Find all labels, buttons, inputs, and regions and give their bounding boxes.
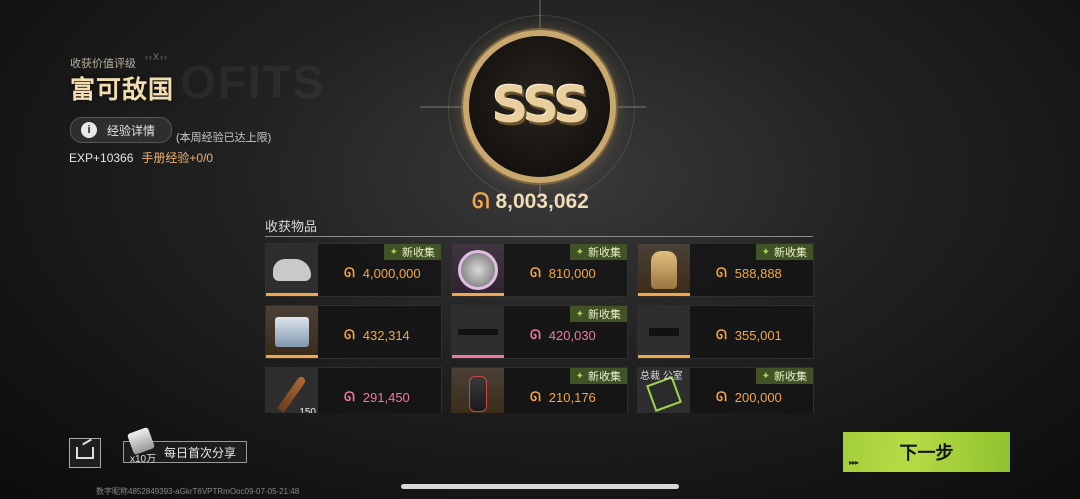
daily-share-reward[interactable]: x10万 每日首次分享 bbox=[123, 426, 247, 465]
item-card[interactable]: 150 ᘏ 291,450 bbox=[265, 367, 442, 413]
new-collect-badge: ✦ 新收集 bbox=[383, 244, 441, 260]
canister-icon bbox=[469, 376, 487, 412]
item-price: ᘏ 810,000 bbox=[530, 265, 596, 281]
item-thumbnail bbox=[266, 244, 318, 296]
item-overlay-text: 总裁 公室 bbox=[640, 371, 683, 382]
item-price: ᘏ 355,001 bbox=[716, 327, 782, 343]
new-collect-badge: ✦ 新收集 bbox=[569, 244, 627, 260]
item-thumbnail: 150 bbox=[266, 368, 318, 413]
total-value: ᘏ 8,003,062 bbox=[472, 190, 589, 214]
coin-icon: ᘏ bbox=[716, 389, 727, 404]
rhino-icon bbox=[273, 259, 311, 281]
item-thumbnail bbox=[452, 368, 504, 413]
share-multiplier: x10万 bbox=[130, 454, 157, 465]
item-price: ᘏ 432,314 bbox=[344, 327, 410, 343]
total-value-number: 8,003,062 bbox=[495, 190, 589, 213]
items-grid: ✦ 新收集 ᘏ 4,000,000 ✦ 新收集 ᘏ 810,000 ✦ 新收集 ᘏ 588,… bbox=[265, 243, 815, 413]
item-thumbnail bbox=[452, 306, 504, 358]
grade-emblem: SSS bbox=[463, 30, 616, 183]
item-thumbnail bbox=[452, 244, 504, 296]
new-collect-badge: ✦ 新收集 bbox=[569, 368, 627, 384]
new-collect-badge: ✦ 新收集 bbox=[755, 368, 813, 384]
item-card[interactable]: 总裁 公室 ✦ 新收集 ᘏ 200,000 bbox=[637, 367, 814, 413]
user-id-watermark: 数字昵称4852849393-aGkrT6VPTRmOoc09-07-05-21… bbox=[96, 487, 300, 496]
item-price: ᘏ 210,176 bbox=[530, 389, 596, 405]
exp-summary: EXP+10366 手册经验+0/0 bbox=[69, 149, 213, 166]
coin-icon: ᘏ bbox=[530, 389, 541, 404]
week-cap-note: (本周经验已达上限) bbox=[176, 132, 272, 144]
medal-icon bbox=[458, 250, 498, 290]
server-box-icon bbox=[275, 317, 309, 347]
next-step-button[interactable]: ▸▸▸ 下一步 bbox=[843, 432, 1010, 472]
exp-value: EXP+10366 bbox=[69, 151, 134, 165]
coin-icon: ᘏ bbox=[530, 327, 541, 342]
daily-share-label: 每日首次分享 bbox=[164, 445, 237, 460]
item-card[interactable]: ✦ 新收集 ᘏ 810,000 bbox=[451, 243, 628, 297]
exp-details-label: 经验详情 bbox=[107, 123, 156, 138]
item-thumbnail bbox=[266, 306, 318, 358]
item-thumbnail: 总裁 公室 bbox=[638, 368, 690, 413]
item-card[interactable]: ✦ 新收集 ᘏ 588,888 bbox=[637, 243, 814, 297]
item-thumbnail bbox=[638, 306, 690, 358]
item-count: 150 bbox=[299, 407, 316, 413]
item-thumbnail bbox=[638, 244, 690, 296]
item-card[interactable]: ✦ 新收集 ᘏ 420,030 bbox=[451, 305, 628, 359]
item-card[interactable]: ᘏ 432,314 bbox=[265, 305, 442, 359]
exp-details-button[interactable]: i 经验详情 bbox=[70, 117, 172, 143]
rating-label: 收获价值评级 bbox=[70, 58, 136, 70]
arrows-icon: ▸▸▸ bbox=[849, 458, 859, 467]
item-price: ᘏ 200,000 bbox=[716, 389, 782, 405]
item-card[interactable]: ✦ 新收集 ᘏ 210,176 bbox=[451, 367, 628, 413]
statue-icon bbox=[651, 251, 677, 289]
grade-text: SSS bbox=[492, 76, 590, 134]
item-price: ᘏ 4,000,000 bbox=[344, 265, 421, 281]
coin-icon: ᘏ bbox=[716, 265, 727, 280]
divider bbox=[265, 236, 813, 237]
share-icon bbox=[76, 447, 94, 459]
rifle-icon bbox=[458, 329, 498, 335]
home-indicator[interactable] bbox=[401, 484, 679, 489]
smg-icon bbox=[649, 328, 679, 336]
coin-icon: ᘏ bbox=[716, 327, 727, 342]
item-card[interactable]: ᘏ 355,001 bbox=[637, 305, 814, 359]
item-price: ᘏ 588,888 bbox=[716, 265, 782, 281]
coin-icon: ᘏ bbox=[530, 265, 541, 280]
rating-decoration: ›‹X›‹ bbox=[145, 52, 168, 62]
coin-icon: ᘏ bbox=[344, 389, 355, 404]
book-exp-value: 手册经验+0/0 bbox=[141, 151, 214, 165]
info-icon: i bbox=[81, 122, 97, 138]
rating-title: 富可敌国 bbox=[70, 76, 175, 104]
item-price: ᘏ 420,030 bbox=[530, 327, 596, 343]
items-section-title: 收获物品 bbox=[265, 219, 318, 234]
next-step-label: 下一步 bbox=[899, 443, 954, 463]
item-card[interactable]: ✦ 新收集 ᘏ 4,000,000 bbox=[265, 243, 442, 297]
coin-icon: ᘏ bbox=[344, 327, 355, 342]
new-collect-badge: ✦ 新收集 bbox=[755, 244, 813, 260]
share-button[interactable] bbox=[69, 438, 101, 468]
item-price: ᘏ 291,450 bbox=[344, 389, 410, 405]
new-collect-badge: ✦ 新收集 bbox=[569, 306, 627, 322]
coin-icon: ᘏ bbox=[344, 265, 355, 280]
coin-icon: ᘏ bbox=[472, 190, 490, 213]
